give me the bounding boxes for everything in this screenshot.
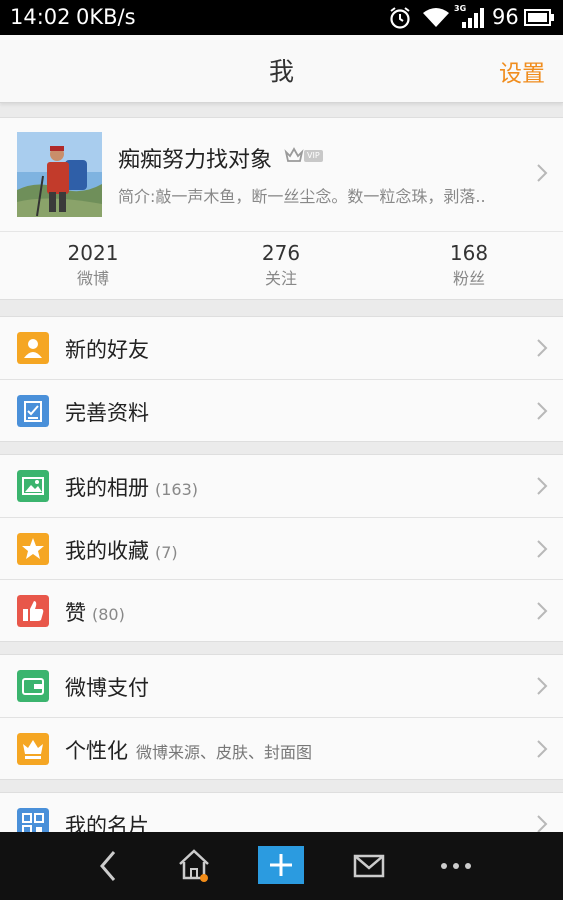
alarm-icon xyxy=(390,7,410,29)
stat-following-label: 关注 xyxy=(264,269,297,288)
menu-item-favorites[interactable]: 我的收藏 (7) xyxy=(0,517,563,579)
chevron-right-icon xyxy=(537,815,548,833)
chevron-right-icon xyxy=(537,164,548,182)
menu-count: (7) xyxy=(155,543,178,562)
stat-weibo-label: 微博 xyxy=(76,269,109,288)
stat-followers-label: 粉丝 xyxy=(452,269,485,288)
stat-followers[interactable]: 168 粉丝 xyxy=(409,240,529,290)
star-icon xyxy=(17,533,49,565)
menu-label: 个性化 xyxy=(65,739,128,763)
menu-subtitle: 微博来源、皮肤、封面图 xyxy=(136,743,313,762)
menu-label: 完善资料 xyxy=(65,401,149,425)
compose-icon[interactable] xyxy=(258,846,304,884)
menu-item-likes[interactable]: 赞 (80) xyxy=(0,579,563,641)
status-bar: 14:02 0KB/s 3G 96 xyxy=(0,0,563,35)
stat-weibo-count: 2021 xyxy=(67,241,119,265)
chevron-right-icon xyxy=(537,602,548,620)
new-friend-icon xyxy=(17,332,49,364)
divider xyxy=(0,231,563,232)
menu-item-new-friends[interactable]: 新的好友 xyxy=(0,317,563,379)
avatar[interactable] xyxy=(17,132,102,217)
chevron-right-icon xyxy=(537,477,548,495)
status-network-speed: 0KB/s xyxy=(76,5,136,29)
battery-icon xyxy=(524,9,554,26)
stat-following-count: 276 xyxy=(261,241,301,265)
battery-level: 96 xyxy=(492,5,519,29)
chevron-right-icon xyxy=(537,540,548,558)
menu-label: 微博支付 xyxy=(65,676,149,700)
chevron-right-icon xyxy=(537,677,548,695)
menu-group-services: 微博支付 个性化 微博来源、皮肤、封面图 xyxy=(0,654,563,780)
chevron-right-icon xyxy=(537,402,548,420)
stat-followers-count: 168 xyxy=(449,241,489,265)
back-icon[interactable] xyxy=(90,832,124,900)
vip-crown-icon xyxy=(17,733,49,765)
wifi-icon xyxy=(423,8,449,27)
menu-group-friends: 新的好友 完善资料 xyxy=(0,316,563,442)
profile-edit-icon xyxy=(17,395,49,427)
signal-icon xyxy=(462,8,484,28)
menu-group-content: 我的相册 (163) 我的收藏 (7) 赞 (80) xyxy=(0,454,563,642)
menu-count: (80) xyxy=(92,605,125,624)
profile-name: 痴痴努力找对象 xyxy=(118,148,273,173)
menu-item-personalize[interactable]: 个性化 微博来源、皮肤、封面图 xyxy=(0,717,563,779)
settings-button[interactable]: 设置 xyxy=(499,54,545,88)
wallet-icon xyxy=(17,670,49,702)
stat-weibo[interactable]: 2021 微博 xyxy=(33,240,153,290)
menu-item-complete-profile[interactable]: 完善资料 xyxy=(0,379,563,441)
stat-following[interactable]: 276 关注 xyxy=(221,240,341,290)
menu-label: 新的好友 xyxy=(65,338,149,362)
menu-item-album[interactable]: 我的相册 (163) xyxy=(0,455,563,517)
status-time: 14:02 xyxy=(10,5,71,29)
top-header: 我 设置 xyxy=(0,35,563,103)
mail-icon[interactable] xyxy=(350,832,388,900)
chevron-right-icon xyxy=(537,339,548,357)
crown-icon xyxy=(284,147,304,162)
thumbs-up-icon xyxy=(17,595,49,627)
page-title: 我 xyxy=(268,57,294,86)
profile-bio: 简介:敲一声木鱼，断一丝尘念。数一粒念珠，剥落.. xyxy=(118,187,486,206)
bottom-navigation xyxy=(0,832,563,900)
album-icon xyxy=(17,470,49,502)
menu-count: (163) xyxy=(155,480,199,499)
menu-item-payment[interactable]: 微博支付 xyxy=(0,655,563,717)
chevron-right-icon xyxy=(537,740,548,758)
menu-label: 赞 xyxy=(65,601,86,625)
more-icon[interactable] xyxy=(436,832,476,900)
profile-card[interactable]: 痴痴努力找对象 VIP 简介:敲一声木鱼，断一丝尘念。数一粒念珠，剥落.. 20… xyxy=(0,117,563,300)
menu-label: 我的相册 xyxy=(65,476,149,500)
vip-badge: VIP xyxy=(304,150,323,162)
home-icon[interactable] xyxy=(172,832,216,900)
menu-label: 我的收藏 xyxy=(65,539,149,563)
